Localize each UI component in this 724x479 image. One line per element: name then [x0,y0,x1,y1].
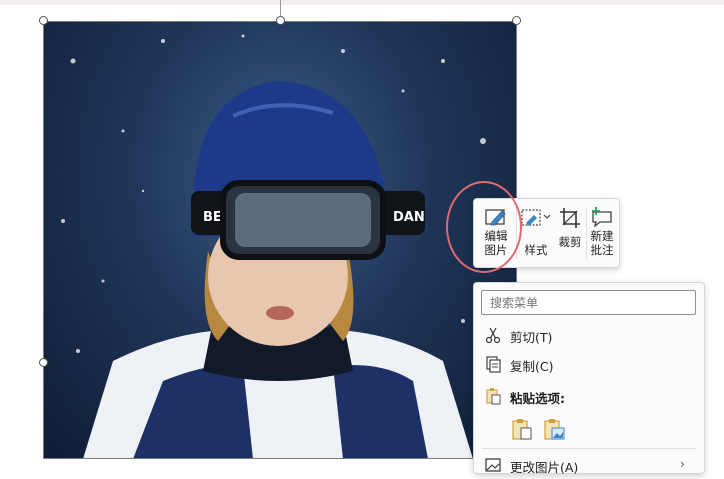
edit-picture-icon [485,209,506,226]
menu-item-cut[interactable]: 剪切(T) [474,321,704,349]
menu-search-input[interactable] [481,290,696,315]
context-menu: 剪切(T) 复制(C) 粘贴选项: 更改图片 [473,282,705,475]
paste-options-header: 粘贴选项: [474,382,704,410]
paste-options-label: 粘贴选项: [510,391,565,406]
menu-item-change-picture[interactable]: 更改图片(A) › [474,451,704,479]
paste-icon [486,388,501,405]
edit-picture-button[interactable]: 编辑 图片 [478,203,514,263]
copy-label: 复制(C) [510,359,554,374]
change-picture-label: 更改图片(A) [510,460,579,475]
edit-picture-label-line1: 编辑 [484,229,508,243]
menu-item-copy[interactable]: 复制(C) [474,350,704,378]
photo-illustration: BEY DAN [61,34,500,459]
new-comment-label-line1: 新建 [590,229,614,243]
crop-button[interactable]: 裁剪 [554,203,586,263]
scissors-icon [485,327,501,344]
copy-icon [486,356,501,373]
paste-keep-source-icon[interactable] [510,417,534,441]
style-button[interactable]: 样式 [518,203,554,263]
submenu-chevron-icon: › [680,457,685,471]
cut-label: 剪切(T) [510,330,553,345]
toolbar-divider [516,207,517,259]
resize-handle-top[interactable] [276,16,285,25]
new-comment-button[interactable]: 新建 批注 [587,203,617,263]
style-label: 样式 [524,243,548,257]
crop-label: 裁剪 [558,235,582,249]
edit-picture-label-line2: 图片 [484,243,508,257]
selected-photo[interactable]: BEY DAN [43,21,517,459]
helmet-text-right: DAN [393,210,425,225]
new-comment-label-line2: 批注 [590,243,614,257]
style-icon [521,209,551,226]
paste-as-picture-icon[interactable] [542,417,566,441]
resize-handle-top-right[interactable] [512,16,521,25]
menu-separator [482,448,696,449]
window-top-strip [0,0,724,5]
resize-handle-top-left[interactable] [39,16,48,25]
new-comment-icon [592,207,612,227]
crop-icon [560,208,580,228]
picture-quick-toolbar: 编辑 图片 样式 裁剪 新建 批注 [473,198,620,268]
resize-handle-left[interactable] [39,358,48,367]
